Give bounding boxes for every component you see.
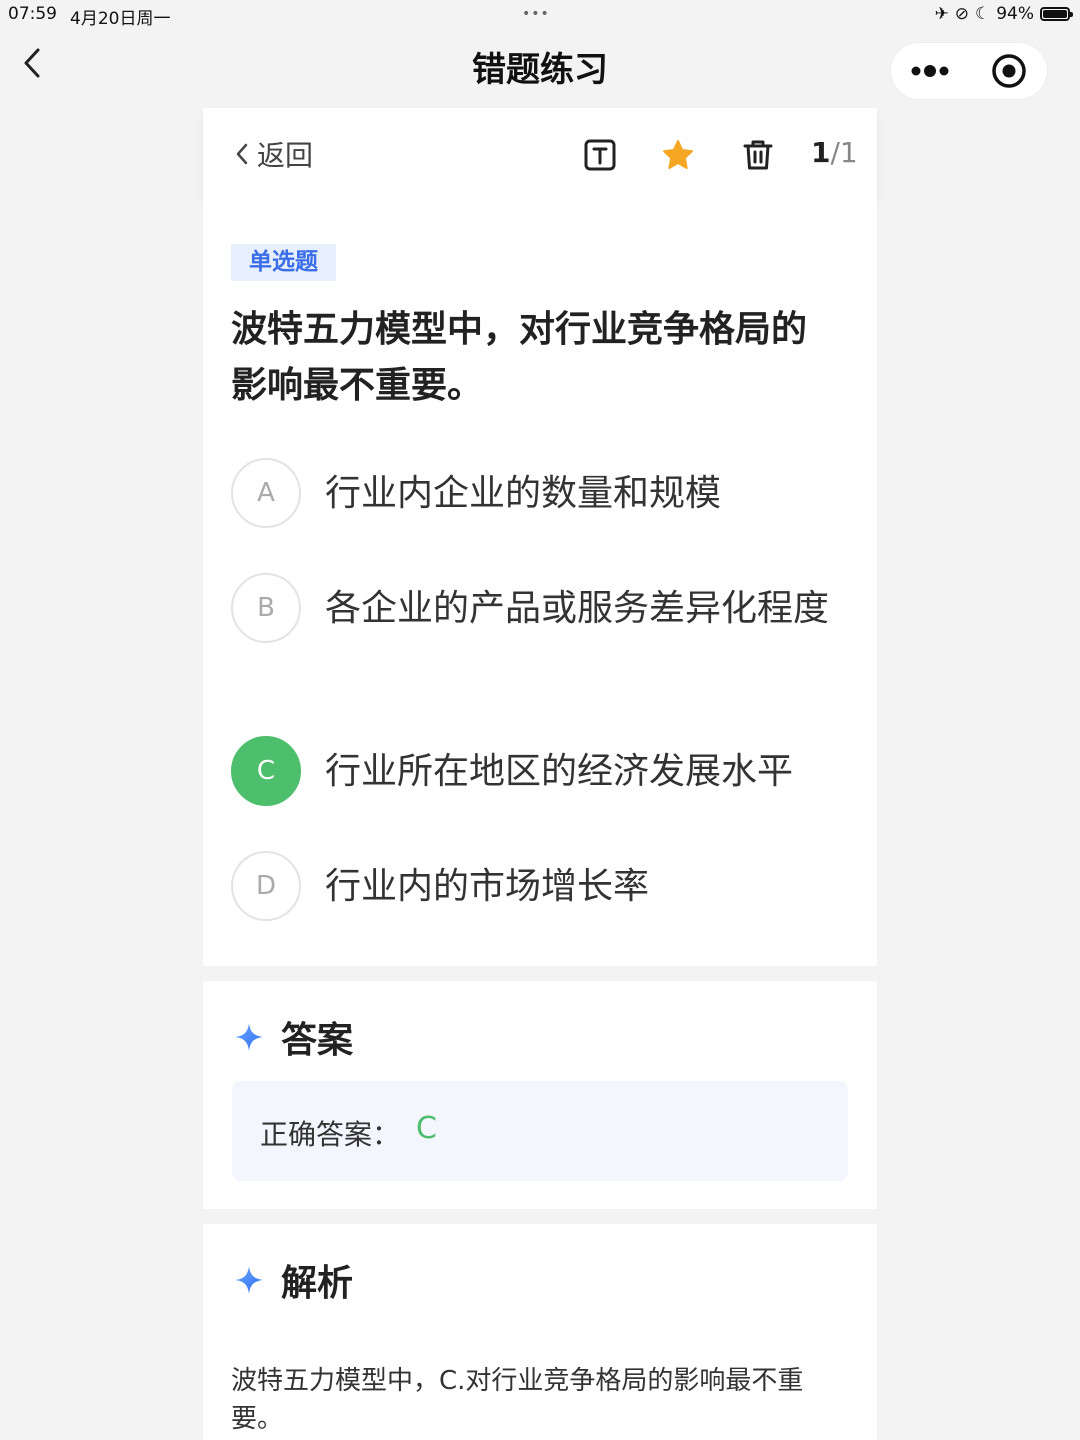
- option-letter: C: [231, 736, 301, 806]
- option-text: 行业内的市场增长率: [325, 866, 650, 907]
- question-toolbar: 返回 1/1: [203, 108, 877, 200]
- status-date: 4月20日周一: [70, 9, 171, 29]
- option-text: 行业所在地区的经济发展水平: [325, 751, 794, 792]
- analysis-title: 解析: [281, 1263, 354, 1304]
- more-dots-icon[interactable]: [890, 42, 969, 100]
- answer-title: 答案: [281, 1020, 354, 1061]
- analysis-text: 波特五力模型中，C.对行业竞争格局的影响最不重要。: [231, 1366, 804, 1434]
- navigation-bar: 错题练习: [0, 30, 1080, 108]
- question-type-badge: 单选题: [231, 244, 336, 281]
- correct-answer-value: C: [416, 1111, 437, 1146]
- option-text: 行业内企业的数量和规模: [325, 473, 722, 514]
- mini-program-capsule: [890, 42, 1048, 100]
- option-letter: A: [231, 458, 301, 528]
- moon-icon: ☾: [974, 4, 991, 24]
- answer-card: 答案 正确答案： C: [203, 981, 877, 1209]
- target-icon[interactable]: [969, 42, 1048, 100]
- question-text: 波特五力模型中，对行业竞争格局的影响最不重要。: [231, 309, 808, 406]
- correct-answer-box: 正确答案： C: [232, 1081, 848, 1181]
- back-button[interactable]: 返回: [233, 134, 313, 174]
- link-icon: ⊘: [954, 4, 969, 24]
- status-bar: 07:59 4月20日周一 ••• ✈ ⊘ ☾ 94%: [0, 0, 1080, 30]
- chevron-left-icon: [236, 143, 248, 165]
- correct-answer-label: 正确答案：: [260, 1118, 401, 1151]
- sparkle-icon: [235, 1266, 263, 1294]
- analysis-heading: 解析: [233, 1254, 353, 1306]
- counter-total: 1: [839, 136, 858, 169]
- back-label: 返回: [257, 139, 314, 172]
- text-box-icon[interactable]: [583, 138, 617, 172]
- status-right: ✈ ⊘ ☾ 94%: [934, 4, 1073, 24]
- battery-percent: 94%: [996, 4, 1034, 24]
- option-letter: B: [231, 573, 301, 643]
- battery-icon: [1040, 7, 1073, 21]
- multitask-dots[interactable]: •••: [522, 6, 550, 22]
- counter-separator: /: [830, 136, 840, 169]
- option-letter: D: [231, 851, 301, 921]
- airplane-icon: ✈: [934, 4, 949, 24]
- counter-current: 1: [811, 136, 831, 169]
- option-text: 各企业的产品或服务差异化程度: [325, 588, 830, 629]
- question-counter: 1/1: [811, 136, 858, 169]
- sparkle-icon: [235, 1023, 263, 1051]
- star-icon[interactable]: [661, 138, 695, 172]
- trash-icon[interactable]: [741, 138, 775, 172]
- question-card: 单选题 波特五力模型中，对行业竞争格局的影响最不重要。 A 行业内企业的数量和规…: [203, 200, 877, 966]
- answer-heading: 答案: [233, 1011, 353, 1063]
- status-time: 07:59: [8, 4, 57, 24]
- analysis-card: 解析 波特五力模型中，C.对行业竞争格局的影响最不重要。: [203, 1224, 877, 1440]
